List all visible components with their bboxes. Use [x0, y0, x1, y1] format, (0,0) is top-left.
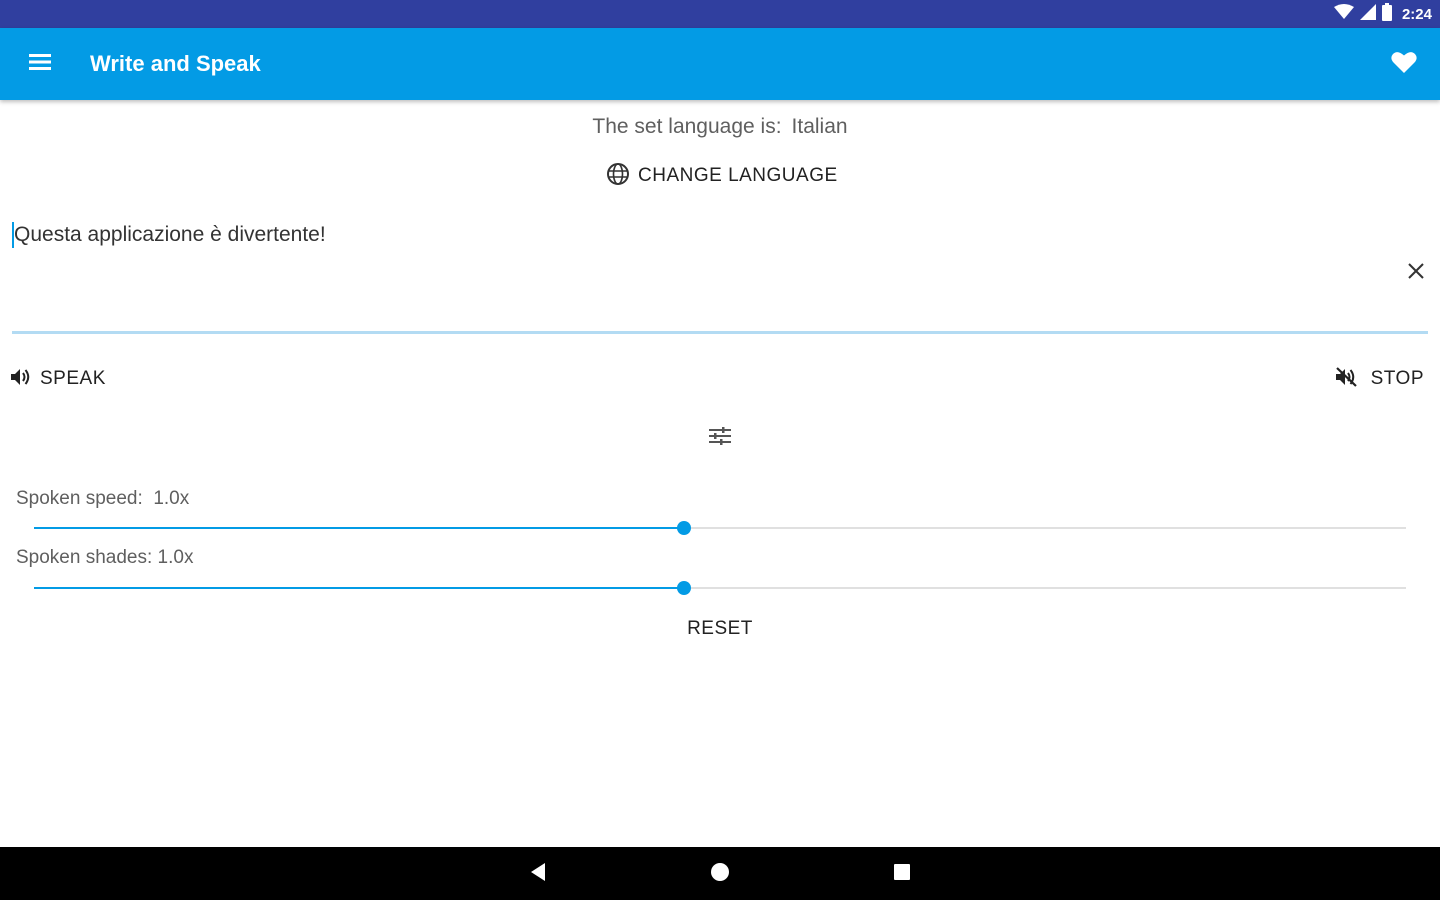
text-input-value[interactable]: Questa applicazione è divertente! [12, 222, 326, 248]
speed-slider-fill [34, 527, 685, 529]
recents-button[interactable] [888, 860, 916, 888]
text-input-underline [12, 331, 1428, 334]
status-clock: 2:24 [1401, 5, 1432, 23]
speak-button[interactable]: SPEAK [10, 364, 106, 394]
text-input[interactable]: Questa applicazione è divertente! [12, 212, 1428, 334]
reset-button[interactable]: RESET [0, 618, 1440, 640]
shades-slider-fill [34, 587, 685, 589]
favorite-button[interactable] [1388, 48, 1420, 80]
navigation-bar [0, 847, 1440, 900]
battery-icon [1381, 2, 1392, 26]
home-circle-icon [710, 862, 730, 887]
home-button[interactable] [706, 860, 734, 888]
app-bar: Write and Speak [0, 28, 1440, 100]
shades-label-text: Spoken shades: [16, 547, 153, 568]
volume-off-icon [1335, 366, 1359, 393]
hamburger-menu-icon [29, 53, 51, 76]
clear-text-button[interactable] [1404, 261, 1428, 285]
back-triangle-icon [529, 862, 547, 887]
stop-button[interactable]: STOP [1335, 364, 1424, 394]
wifi-icon [1333, 3, 1354, 25]
volume-up-icon [10, 366, 32, 393]
speed-slider[interactable] [34, 518, 1406, 538]
tune-icon [709, 426, 731, 451]
recents-square-icon [893, 863, 911, 886]
stop-label: STOP [1370, 368, 1424, 389]
back-button[interactable] [524, 860, 552, 888]
speak-label: SPEAK [40, 368, 106, 389]
speed-slider-label: Spoken speed: 1.0x [16, 488, 189, 510]
language-line: The set language is: Italian [0, 115, 1440, 139]
tune-button[interactable] [706, 424, 734, 452]
status-bar: 2:24 [0, 0, 1440, 28]
change-language-label: CHANGE LANGUAGE [638, 165, 838, 186]
globe-icon [606, 162, 630, 191]
close-icon [1407, 262, 1425, 285]
language-prefix: The set language is: [592, 115, 782, 138]
cell-signal-icon [1359, 3, 1376, 25]
language-value: Italian [791, 115, 848, 138]
app-title: Write and Speak [90, 51, 261, 76]
speed-value-text: 1.0x [153, 488, 190, 509]
shades-value-text: 1.0x [157, 547, 194, 568]
shades-slider-thumb[interactable] [677, 581, 692, 595]
menu-button[interactable] [22, 46, 58, 82]
reset-label: RESET [687, 618, 753, 639]
speed-label-text: Spoken speed: [16, 488, 143, 509]
speed-slider-thumb[interactable] [677, 521, 692, 535]
shades-slider[interactable] [34, 578, 1406, 598]
screen: 2:24 Write and Speak The set language is… [0, 0, 1440, 900]
heart-icon [1391, 50, 1417, 79]
change-language-button[interactable]: CHANGE LANGUAGE [606, 160, 838, 192]
shades-slider-label: Spoken shades: 1.0x [16, 547, 193, 569]
